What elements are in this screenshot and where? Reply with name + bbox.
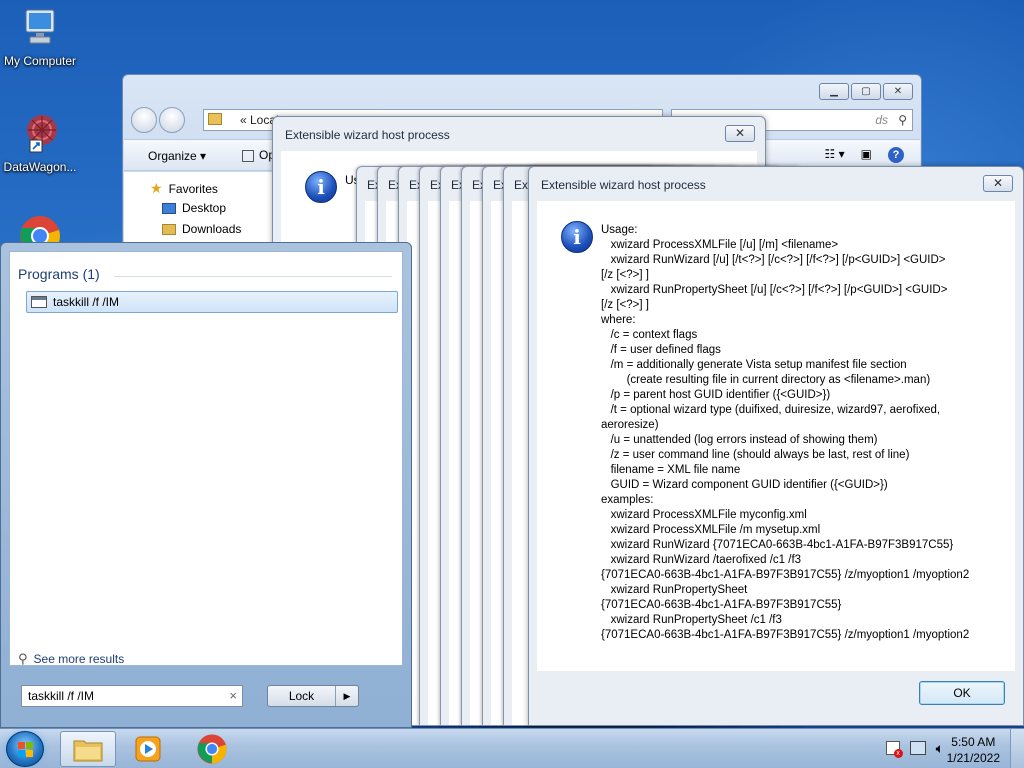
folder-icon [73,740,103,762]
system-tray: x 🔈︎ [885,741,944,758]
preview-pane-icon[interactable]: ▣ [861,147,872,163]
organize-button[interactable]: Organize ▾ [148,149,206,163]
properties-icon [242,149,254,162]
start-menu: Programs (1) taskkill /f /IM ⚲ See more … [0,242,412,728]
network-icon[interactable] [909,741,926,755]
divider [114,276,392,277]
show-desktop-button[interactable] [1010,729,1024,768]
power-options-arrow-icon[interactable]: ▶ [336,686,358,706]
window-controls: ▁ ▢ ✕ [819,83,913,100]
clock-date: 1/21/2022 [946,751,1000,765]
search-placeholder: ds [875,113,888,127]
views-icon[interactable]: ☷ ▾ [825,147,845,163]
lock-label[interactable]: Lock [268,686,336,706]
programs-header: Programs (1) [18,266,100,282]
nav-downloads-label: Downloads [182,222,242,236]
desktop-folder-icon [162,202,176,214]
close-button[interactable]: ✕ [725,125,755,142]
search-result-taskkill[interactable]: taskkill /f /IM [26,291,398,313]
open-button[interactable]: Op [242,148,275,162]
close-button[interactable]: ✕ [883,83,913,100]
forward-button[interactable] [159,107,185,133]
search-icon: ⚲ [898,113,907,127]
downloads-folder-icon [162,223,176,235]
start-button[interactable] [6,731,44,767]
desktop-icon-datawagon[interactable]: DataWagon... [0,112,80,174]
lock-button[interactable]: Lock ▶ [267,685,359,707]
computer-icon [18,6,62,50]
dialog-title: Extensible wizard host process [541,178,706,192]
volume-icon[interactable]: 🔈︎ [936,741,944,755]
folder-icon [208,113,222,125]
datawagon-icon [18,112,62,156]
cmd-icon [31,296,47,308]
see-more-results-link[interactable]: ⚲ See more results [18,651,124,667]
search-result-label: taskkill /f /IM [53,295,120,309]
desktop-icon-my-computer[interactable]: My Computer [0,6,80,68]
clock[interactable]: 5:50 AM 1/21/2022 [947,734,1000,766]
desktop-icon-label: My Computer [3,54,77,68]
start-search-input[interactable]: taskkill /f /IM × [21,685,243,707]
search-icon: ⚲ [18,651,28,666]
info-icon: i [305,171,337,203]
info-icon: i [561,221,593,253]
usage-text: Usage: xwizard ProcessXMLFile [/u] [/m] … [601,224,970,641]
taskbar-explorer[interactable] [60,731,116,767]
clear-search-icon[interactable]: × [229,686,237,706]
ok-button[interactable]: OK [919,681,1005,705]
wizard-dialog-front[interactable]: Extensible wizard host process ✕ i Usage… [528,166,1024,726]
media-player-icon [135,736,161,762]
search-input-value: taskkill /f /IM [28,689,95,703]
view-controls: ☷ ▾ ▣ ? [825,147,904,163]
navigation-pane: ★ Favorites Desktop Downloads [124,172,274,243]
minimize-button[interactable]: ▁ [819,83,849,100]
nav-desktop-label: Desktop [182,201,227,215]
start-menu-results-panel: Programs (1) taskkill /f /IM ⚲ See more … [9,251,403,666]
maximize-button[interactable]: ▢ [851,83,881,100]
windows-logo-icon [18,742,33,757]
star-icon: ★ [150,180,163,196]
taskbar-media-player[interactable] [120,731,176,767]
action-center-icon[interactable]: x [885,741,903,758]
help-icon[interactable]: ? [888,147,904,163]
taskbar-chrome[interactable] [184,731,240,767]
see-more-label: See more results [33,652,125,666]
nav-favorites-label: Favorites [168,181,218,196]
dialog-body: i Usage: xwizard ProcessXMLFile [/u] [/m… [537,201,1015,671]
close-button[interactable]: ✕ [983,175,1013,192]
dialog-title: Extensible wizard host process [285,128,450,142]
desktop-icon-label: DataWagon... [3,160,77,174]
taskbar: x 🔈︎ 5:50 AM 1/21/2022 [0,728,1024,768]
chrome-icon [197,734,227,764]
nav-favorites[interactable]: ★ Favorites [150,180,218,197]
dialog-title: Ex [514,178,529,192]
clock-time: 5:50 AM [951,735,996,749]
nav-desktop[interactable]: Desktop [162,201,226,215]
back-button[interactable] [131,107,157,133]
nav-buttons [131,107,185,133]
nav-downloads[interactable]: Downloads [162,222,241,236]
